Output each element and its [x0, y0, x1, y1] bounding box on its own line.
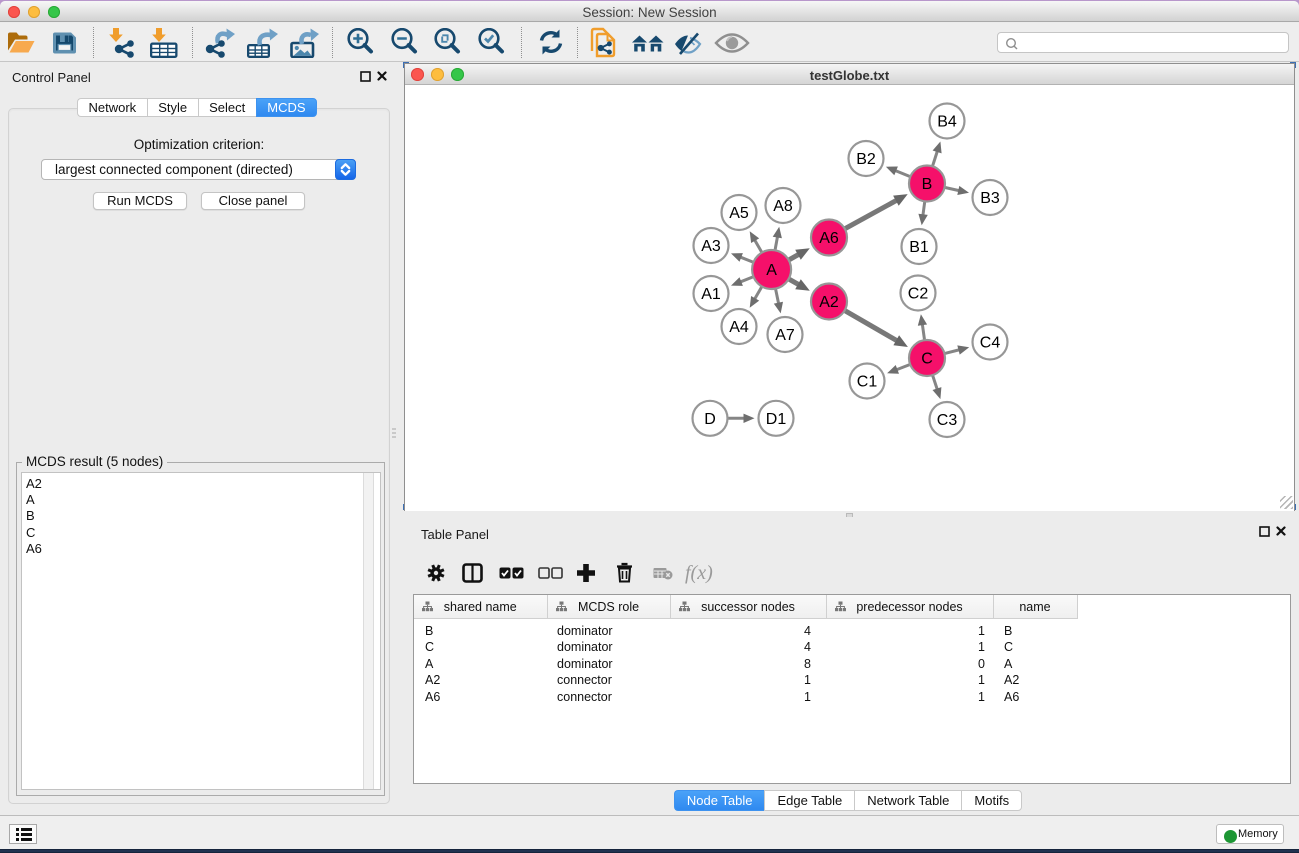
svg-text:C1: C1	[857, 374, 878, 391]
svg-text:A8: A8	[773, 198, 793, 215]
svg-text:C4: C4	[980, 335, 1001, 352]
svg-text:C: C	[921, 351, 933, 368]
svg-text:C3: C3	[937, 412, 958, 429]
svg-text:A2: A2	[819, 294, 839, 311]
svg-text:D1: D1	[766, 411, 787, 428]
svg-text:A4: A4	[729, 319, 749, 336]
svg-text:B: B	[922, 176, 933, 193]
svg-text:A1: A1	[701, 286, 721, 303]
svg-text:D: D	[704, 411, 716, 428]
svg-text:A6: A6	[819, 230, 839, 247]
svg-text:A7: A7	[775, 327, 795, 344]
svg-text:B2: B2	[856, 151, 876, 168]
svg-text:f(x): f(x)	[685, 562, 713, 584]
svg-text:A: A	[766, 262, 777, 279]
svg-text:B1: B1	[909, 239, 929, 256]
svg-text:B4: B4	[937, 114, 957, 131]
svg-text:A5: A5	[729, 205, 749, 222]
svg-text:A3: A3	[701, 238, 721, 255]
svg-text:C2: C2	[908, 286, 929, 303]
svg-text:B3: B3	[980, 190, 1000, 207]
